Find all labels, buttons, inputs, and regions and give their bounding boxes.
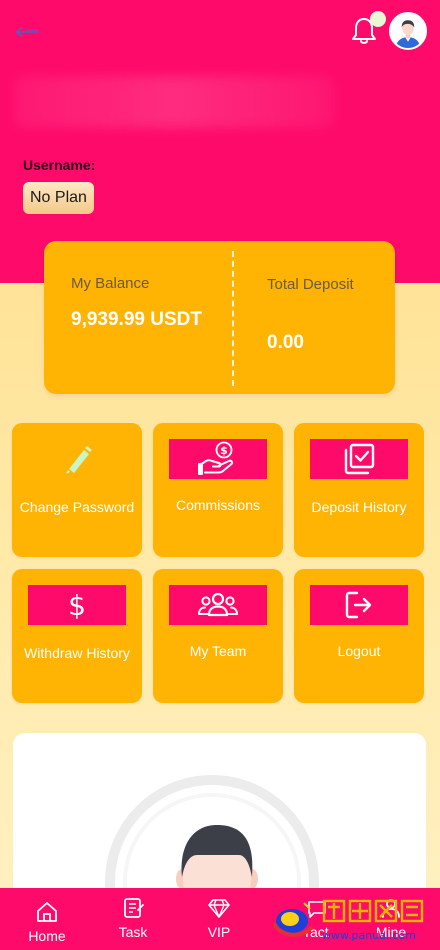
commissions-tile[interactable]: $ Commissions [153, 423, 283, 557]
task-icon [124, 898, 144, 918]
svg-text:$: $ [68, 589, 86, 622]
withdraw-history-tile[interactable]: $ Withdraw History [12, 569, 142, 703]
watermark: www.panuai.com [270, 893, 440, 948]
logout-tile[interactable]: Logout [294, 569, 424, 703]
nav-home[interactable]: Home [12, 900, 82, 944]
nav-task-label: Task [118, 924, 148, 940]
pencil-icon [66, 446, 92, 474]
my-team-tile[interactable]: My Team [153, 569, 283, 703]
balance-divider [232, 251, 234, 386]
home-icon [37, 902, 57, 922]
watermark-logo [272, 902, 314, 937]
notification-dot [370, 11, 386, 27]
diamond-icon [208, 899, 230, 918]
watermark-chinese-lettering [322, 899, 424, 923]
deposit-history-tile[interactable]: Deposit History [294, 423, 424, 557]
total-deposit-value: 0.00 [267, 332, 304, 353]
blurred-name [14, 76, 334, 128]
username-label: Username: [23, 157, 96, 173]
change-password-tile[interactable]: Change Password [12, 423, 142, 557]
svg-text:$: $ [220, 444, 228, 457]
checklist-icon [344, 443, 375, 475]
my-balance-value: 9,939.99 USDT [71, 309, 202, 330]
logout-icon [345, 591, 372, 619]
nav-vip-label: VIP [207, 924, 231, 940]
change-password-label: Change Password [19, 499, 135, 515]
dollar-icon: $ [68, 589, 86, 622]
my-team-label: My Team [189, 643, 247, 659]
logout-label: Logout [337, 643, 381, 659]
withdraw-history-label: Withdraw History [24, 645, 130, 661]
hand-coin-icon: $ [198, 441, 234, 475]
total-deposit-label: Total Deposit [267, 276, 354, 293]
avatar[interactable] [389, 12, 427, 50]
nav-home-label: Home [28, 928, 66, 944]
back-arrow-icon[interactable] [14, 26, 40, 38]
balance-card: My Balance 9,939.99 USDT Total Deposit 0… [44, 241, 395, 394]
team-icon [198, 592, 238, 617]
my-balance-label: My Balance [71, 275, 150, 292]
profile-card [13, 733, 426, 950]
deposit-history-label: Deposit History [311, 499, 407, 515]
watermark-url: www.panuai.com [322, 929, 416, 942]
nav-task[interactable]: Task [98, 896, 168, 940]
plan-badge: No Plan [23, 182, 94, 214]
nav-vip[interactable]: VIP [184, 896, 254, 940]
commissions-label: Commissions [175, 497, 260, 513]
